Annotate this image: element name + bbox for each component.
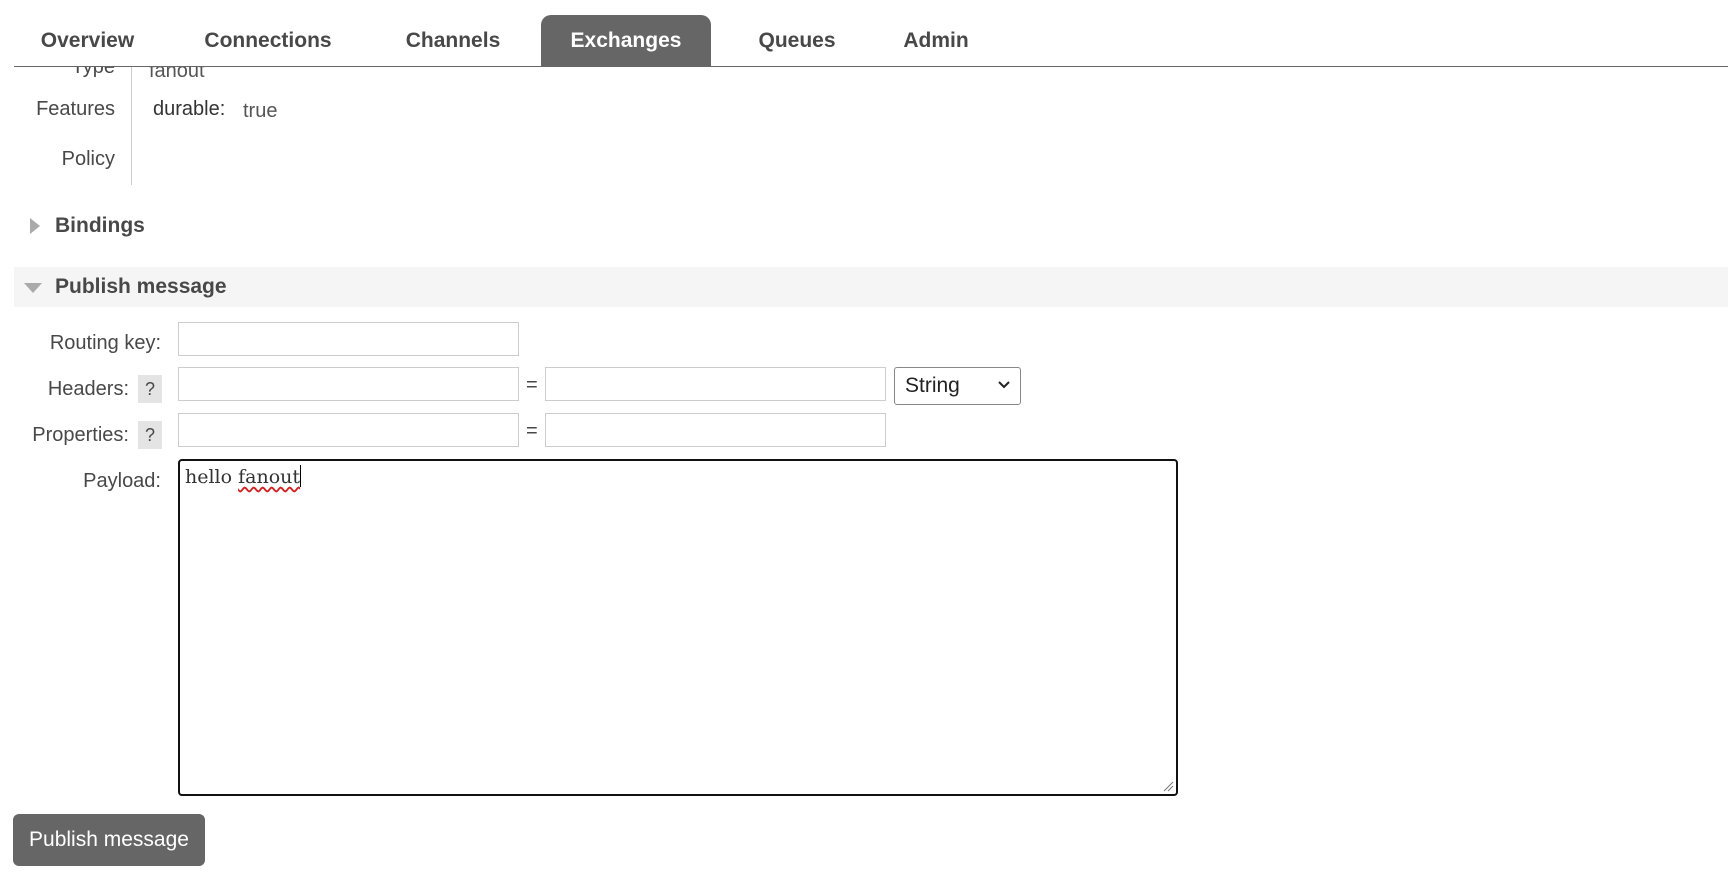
properties-equals: = [526,420,538,442]
text-caret [300,465,302,487]
payload-text: hello fanout [185,465,302,488]
payload-label: Payload: [83,470,161,492]
publish-message-button[interactable]: Publish message [13,814,205,866]
bindings-section-header[interactable]: Bindings [14,206,1728,246]
features-label: Features [36,98,115,120]
main-nav: Overview Connections Channels Exchanges … [14,15,1728,67]
publish-section-header[interactable]: Publish message [14,267,1728,307]
headers-label: Headers: [47,378,129,400]
header-type-select[interactable]: String [894,367,1021,405]
headers-equals: = [526,374,538,396]
tab-exchanges[interactable]: Exchanges [541,15,711,67]
property-value-input[interactable] [545,413,886,447]
caret-down-icon [24,283,42,293]
tab-channels[interactable]: Channels [388,15,518,67]
headers-help-button[interactable]: ? [138,375,162,403]
features-durable-value: true [243,100,278,122]
resize-grip-icon[interactable] [1162,780,1174,792]
properties-help-button[interactable]: ? [138,421,162,449]
properties-label: Properties: [32,424,129,446]
payload-misspelled-word: fanout [238,466,301,488]
header-value-input[interactable] [545,367,886,401]
policy-label: Policy [61,148,115,170]
tab-queues[interactable]: Queues [736,15,858,67]
property-key-input[interactable] [178,413,519,447]
routing-key-input[interactable] [178,322,519,356]
routing-key-label: Routing key: [49,332,161,354]
tab-admin[interactable]: Admin [886,15,986,67]
header-type-value: String [905,374,960,397]
header-key-input[interactable] [178,367,519,401]
payload-textarea[interactable]: hello fanout [178,459,1178,796]
chevron-down-icon [998,381,1010,389]
tab-connections[interactable]: Connections [192,15,344,67]
tab-overview[interactable]: Overview [25,15,150,67]
bindings-title: Bindings [55,214,145,237]
payload-word: hello [185,466,233,488]
details-divider [131,67,132,185]
features-durable-key: durable: [153,98,226,120]
caret-right-icon [30,218,40,234]
publish-title: Publish message [55,275,227,298]
